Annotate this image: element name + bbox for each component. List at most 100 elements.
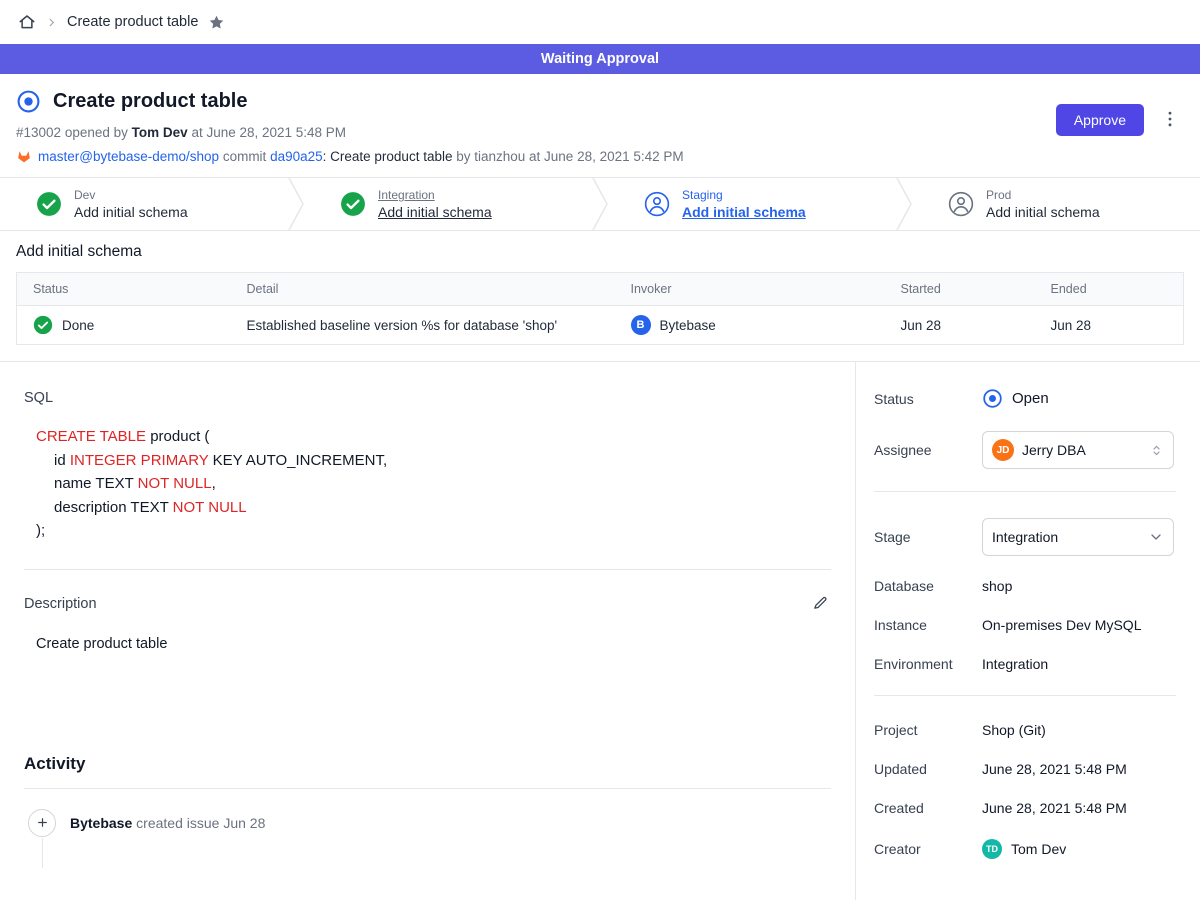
divider [24, 788, 831, 789]
issue-number: #13002 [16, 125, 61, 140]
branch-link[interactable]: master@bytebase-demo/shop [38, 149, 219, 164]
main-content: SQL CREATE TABLE product ( id INTEGER PR… [0, 361, 1200, 900]
kebab-menu-button[interactable] [1158, 107, 1182, 134]
environment-value: Integration [982, 656, 1048, 672]
issue-title: Create product table [53, 90, 247, 113]
issue-header: Create product table Approve #13002 open… [0, 74, 1200, 177]
task-section: Add initial schema Status Detail Invoker… [0, 231, 1200, 361]
stage-task-link[interactable]: Add initial schema [682, 204, 806, 220]
database-value[interactable]: shop [982, 578, 1012, 594]
stage-task: Add initial schema [986, 204, 1100, 220]
table-header-row: Status Detail Invoker Started Ended [17, 273, 1184, 306]
divider [24, 569, 831, 570]
commit-text: master@bytebase-demo/shop commit da90a25… [38, 149, 684, 164]
column-invoker: Invoker [615, 273, 885, 306]
gitlab-icon [16, 148, 32, 164]
task-table: Status Detail Invoker Started Ended Done… [16, 272, 1184, 345]
created-label: Created [874, 800, 982, 816]
stage-name: Dev [74, 188, 188, 202]
project-row: Project Shop (Git) [874, 722, 1176, 738]
issue-open-icon [16, 89, 41, 114]
stage-done-icon [340, 191, 366, 217]
table-row[interactable]: Done Established baseline version %s for… [17, 306, 1184, 345]
column-status: Status [17, 273, 231, 306]
instance-value: On-premises Dev MySQL [982, 617, 1141, 633]
left-panel: SQL CREATE TABLE product ( id INTEGER PR… [0, 362, 855, 900]
breadcrumb: Create product table [0, 0, 1200, 44]
edit-description-button[interactable] [810, 592, 831, 616]
database-label: Database [874, 578, 982, 594]
commit-byline: by tianzhou at June 28, 2021 5:42 PM [456, 149, 683, 164]
task-status: Done [62, 318, 94, 333]
description-content: Create product table [36, 636, 831, 652]
column-detail: Detail [231, 273, 615, 306]
description-header: Description [24, 592, 831, 616]
commit-info: master@bytebase-demo/shop commit da90a25… [16, 148, 1184, 164]
commit-message: : Create product table [323, 149, 453, 164]
environment-label: Environment [874, 656, 982, 672]
pipeline-stage-integration[interactable]: Integration Add initial schema [304, 178, 592, 230]
divider [874, 695, 1176, 696]
stage-task: Add initial schema [74, 204, 188, 220]
instance-row: Instance On-premises Dev MySQL [874, 617, 1176, 633]
stage-pending-icon [948, 191, 974, 217]
task-started: Jun 28 [885, 306, 1035, 345]
sidebar: Status Open Assignee JD Jerry DBA Stage [855, 362, 1200, 900]
edit-pencil-icon [812, 594, 829, 611]
plus-icon [28, 809, 56, 837]
invoker-avatar: B [631, 315, 651, 335]
creator-label: Creator [874, 841, 982, 857]
kebab-menu-icon [1160, 109, 1180, 129]
description-label: Description [24, 596, 97, 612]
status-row: Status Open [874, 388, 1176, 409]
sql-keyword: CREATE TABLE [36, 428, 146, 445]
stage-row: Stage Integration [874, 518, 1176, 556]
assignee-row: Assignee JD Jerry DBA [874, 431, 1176, 469]
breadcrumb-page-title[interactable]: Create product table [67, 14, 198, 30]
instance-label: Instance [874, 617, 982, 633]
sql-keyword: NOT NULL [138, 475, 212, 492]
activity-text: Bytebase created issue Jun 28 [70, 815, 265, 831]
favorite-star-icon[interactable] [208, 14, 225, 31]
stage-name: Integration [378, 188, 492, 202]
approve-button[interactable]: Approve [1056, 104, 1144, 136]
breadcrumb-chevron-icon [46, 17, 57, 28]
stage-separator [288, 178, 304, 230]
project-label: Project [874, 722, 982, 738]
task-invoker: Bytebase [660, 318, 716, 333]
home-icon[interactable] [18, 13, 36, 31]
assignee-select[interactable]: JD Jerry DBA [982, 431, 1174, 469]
sql-keyword: NOT NULL [173, 499, 247, 516]
task-done-icon [33, 315, 53, 335]
status-value: Open [1012, 390, 1049, 407]
chevron-down-icon [1148, 529, 1164, 545]
activity-item: Bytebase created issue Jun 28 [28, 809, 831, 837]
stage-pending-icon [644, 191, 670, 217]
created-row: Created June 28, 2021 5:48 PM [874, 800, 1176, 816]
stage-select[interactable]: Integration [982, 518, 1174, 556]
stage-value: Integration [992, 529, 1140, 545]
pipeline-stage-dev[interactable]: Dev Add initial schema [0, 178, 288, 230]
stage-label: Stage [874, 529, 982, 545]
commit-hash-link[interactable]: da90a25 [270, 149, 323, 164]
stage-name: Prod [986, 188, 1100, 202]
stage-separator [592, 178, 608, 230]
created-value: June 28, 2021 5:48 PM [982, 800, 1127, 816]
issue-author[interactable]: Tom Dev [132, 125, 188, 140]
divider [874, 491, 1176, 492]
stage-separator [896, 178, 912, 230]
pipeline-stage-prod[interactable]: Prod Add initial schema [912, 178, 1200, 230]
pipeline: Dev Add initial schema Integration Add i… [0, 177, 1200, 231]
status-label: Status [874, 391, 982, 407]
updown-chevron-icon [1149, 443, 1164, 458]
sql-statement: CREATE TABLE product ( id INTEGER PRIMAR… [36, 425, 831, 543]
column-started: Started [885, 273, 1035, 306]
stage-task-link[interactable]: Add initial schema [378, 204, 492, 220]
assignee-value: Jerry DBA [1022, 442, 1141, 458]
updated-row: Updated June 28, 2021 5:48 PM [874, 761, 1176, 777]
issue-meta: #13002 opened by Tom Dev at June 28, 202… [16, 125, 1184, 140]
assignee-label: Assignee [874, 442, 982, 458]
pipeline-stage-staging[interactable]: Staging Add initial schema [608, 178, 896, 230]
environment-row: Environment Integration [874, 656, 1176, 672]
project-value[interactable]: Shop (Git) [982, 722, 1046, 738]
